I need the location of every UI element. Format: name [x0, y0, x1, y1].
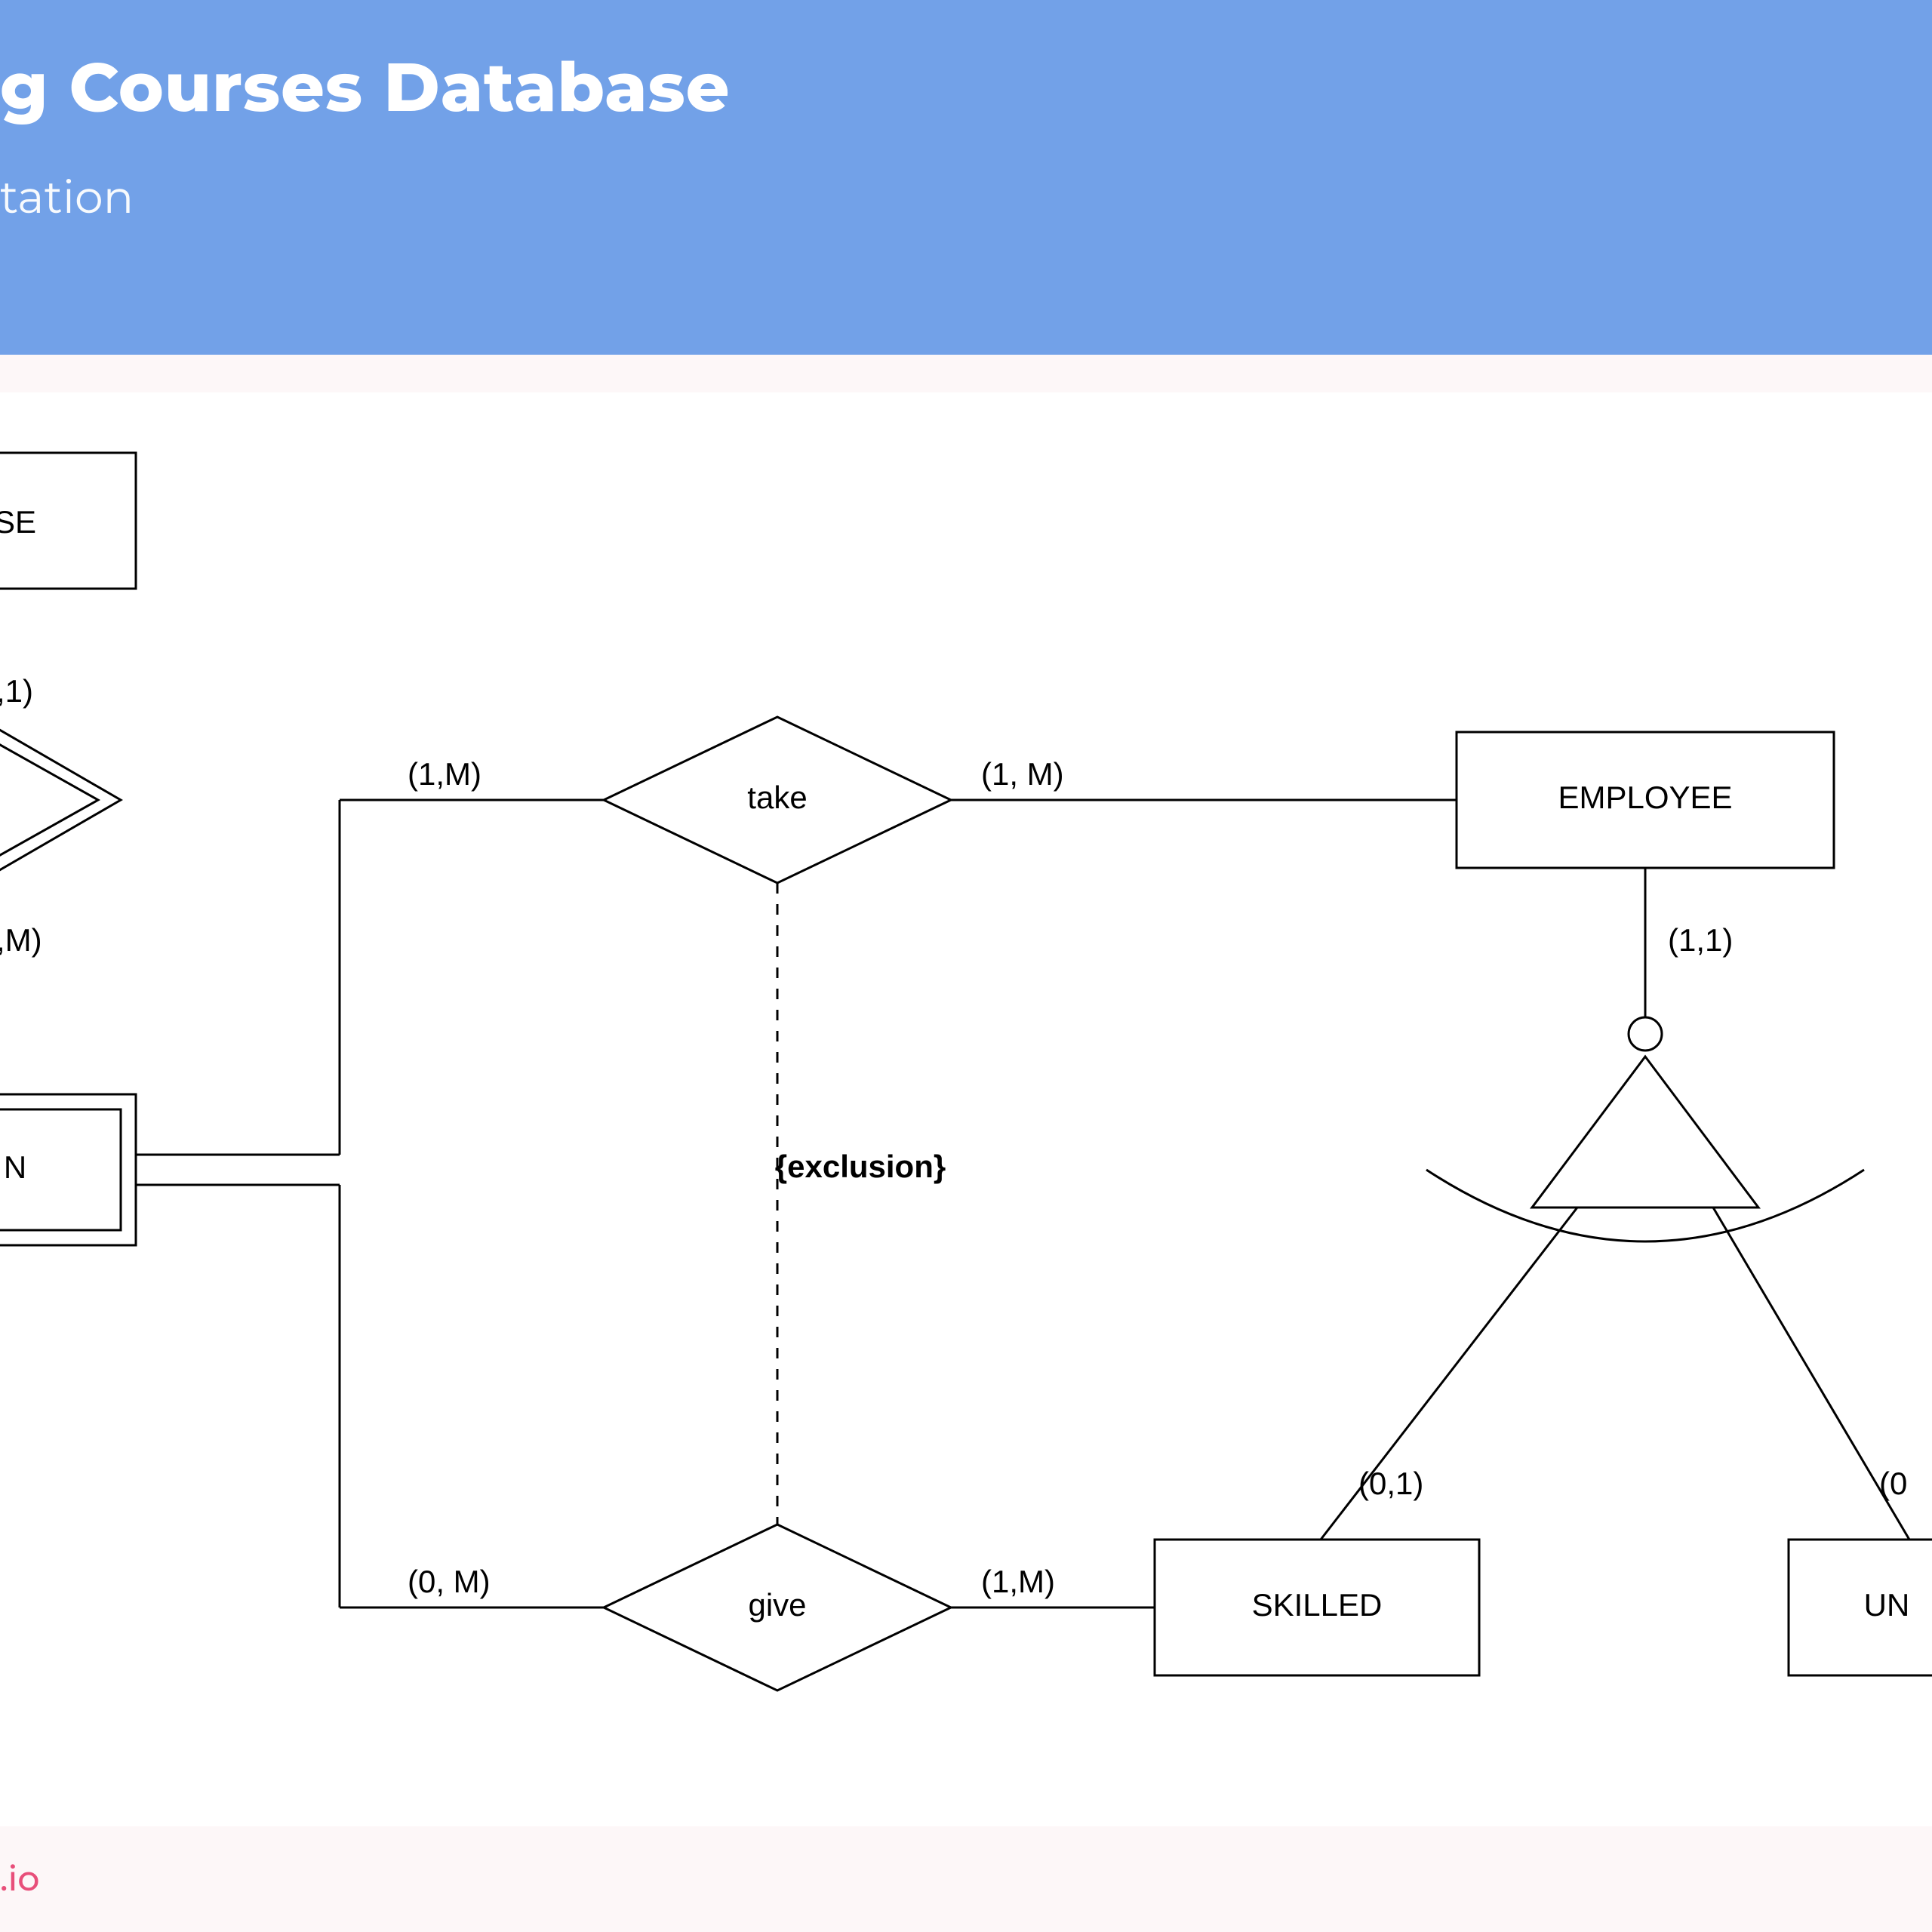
entity-weak-n: N [0, 1094, 136, 1245]
card-take-right: (1, M) [981, 756, 1064, 792]
entity-employee: EMPLOYEE [1457, 732, 1834, 868]
card-unskilled-up: (0 [1879, 1466, 1907, 1501]
diagram-canvas: SE ,1) ,M) N take (1,M) (1, M) EMPLOYEE … [0, 392, 1932, 1826]
relationship-give-label: give [748, 1587, 806, 1623]
card-give-right: (1,M) [981, 1564, 1055, 1599]
entity-course: SE [0, 453, 136, 589]
footer-link[interactable]: .io [0, 1857, 40, 1900]
entity-weak-label: N [4, 1149, 26, 1185]
page-subtitle: tation [0, 170, 1932, 225]
entity-employee-label: EMPLOYEE [1558, 780, 1732, 815]
card-skilled-up: (0,1) [1358, 1466, 1423, 1501]
card-employee-down: (1,1) [1668, 922, 1733, 958]
entity-unskilled: UN [1789, 1540, 1932, 1675]
relationship-take: take [604, 717, 951, 883]
er-diagram-svg: SE ,1) ,M) N take (1,M) (1, M) EMPLOYEE … [0, 392, 1932, 1826]
relationship-cropped-diamond [0, 717, 121, 883]
header-banner: g Courses Database tation [0, 0, 1932, 355]
isa-circle [1629, 1017, 1662, 1051]
card-course-bottom: ,M) [0, 922, 42, 958]
relationship-take-label: take [747, 780, 807, 815]
relationship-give: give [604, 1524, 951, 1690]
entity-unskilled-label: UN [1864, 1587, 1910, 1623]
entity-course-label: SE [0, 504, 36, 540]
isa-triangle [1532, 1057, 1758, 1208]
constraint-exclusion: {exclusion} [775, 1149, 946, 1184]
card-course-top: ,1) [0, 673, 33, 709]
entity-skilled-label: SKILLED [1252, 1587, 1383, 1623]
page-title: g Courses Database [0, 45, 1932, 128]
card-give-left: (0, M) [408, 1564, 491, 1599]
entity-skilled: SKILLED [1155, 1540, 1479, 1675]
card-take-left: (1,M) [408, 756, 481, 792]
